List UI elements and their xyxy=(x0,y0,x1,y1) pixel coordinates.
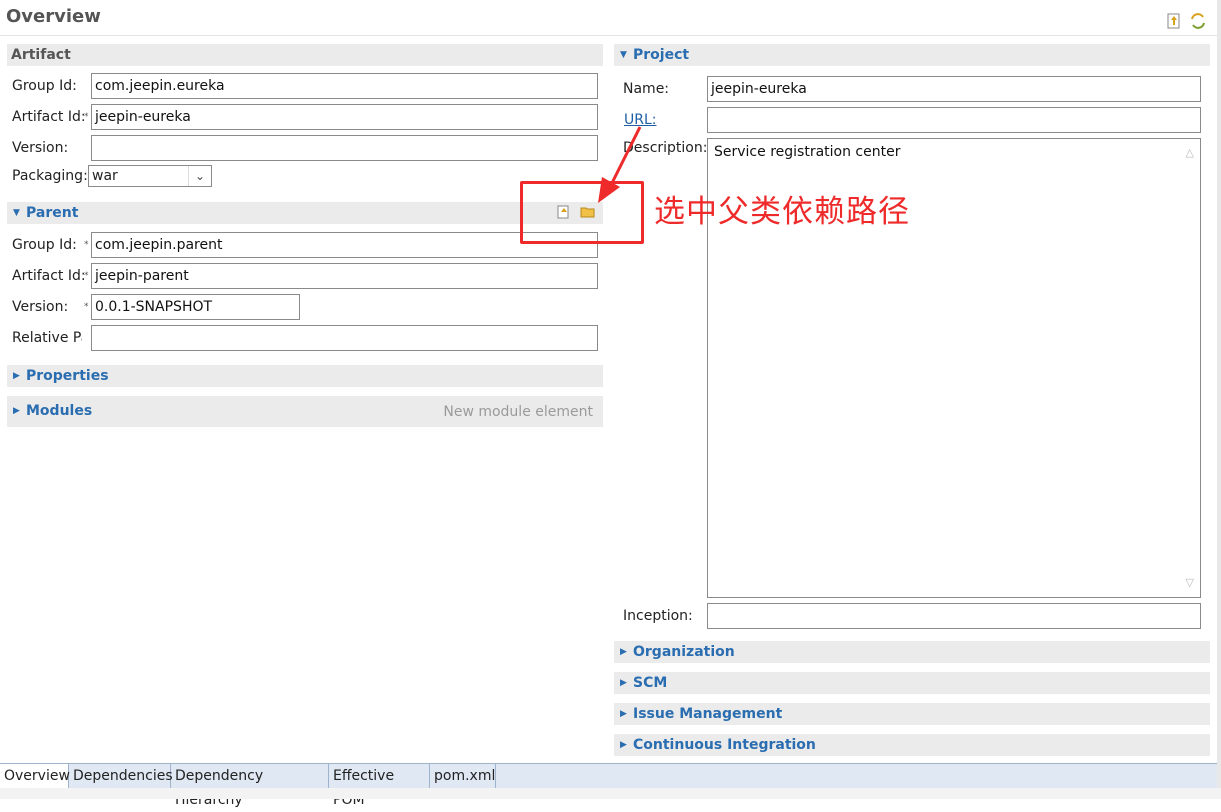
parent-version-label: Version: xyxy=(12,299,69,315)
artifact-group-id-label: Group Id: xyxy=(12,78,77,94)
parent-section-header[interactable]: ▼ Parent xyxy=(7,202,603,224)
collapsed-triangle-icon: ▶ xyxy=(13,371,20,381)
project-header-label: Project xyxy=(633,47,690,63)
organization-header-label: Organization xyxy=(633,644,735,660)
packaging-label: Packaging: xyxy=(12,168,88,184)
scm-section-header[interactable]: ▶ SCM xyxy=(614,672,1210,694)
tab-dependencies[interactable]: Dependencies xyxy=(69,764,173,788)
artifact-section-header: Artifact xyxy=(7,44,603,66)
issue-management-header-label: Issue Management xyxy=(633,706,783,722)
issue-management-section-header[interactable]: ▶ Issue Management xyxy=(614,703,1210,725)
collapsed-triangle-icon: ▶ xyxy=(620,678,627,688)
scroll-down-icon[interactable]: ▽ xyxy=(1186,573,1194,593)
required-marker: * xyxy=(84,240,89,250)
tab-pom-xml[interactable]: pom.xml xyxy=(430,764,496,788)
page-title: Overview xyxy=(6,6,101,27)
artifact-version-field[interactable] xyxy=(91,135,598,161)
artifact-id-field[interactable]: jeepin-eureka xyxy=(91,104,598,130)
status-strip xyxy=(0,788,1221,799)
sync-icon[interactable] xyxy=(1189,12,1207,32)
organization-section-header[interactable]: ▶ Organization xyxy=(614,641,1210,663)
project-section-header[interactable]: ▼ Project xyxy=(614,44,1210,66)
packaging-select[interactable]: war ⌄ xyxy=(88,165,212,187)
collapsed-triangle-icon: ▶ xyxy=(620,647,627,657)
required-marker: * xyxy=(84,271,89,281)
tab-effective-pom[interactable]: Effective POM xyxy=(329,764,430,808)
project-name-field[interactable]: jeepin-eureka xyxy=(707,76,1201,102)
relative-path-field[interactable] xyxy=(91,325,598,351)
inception-label: Inception: xyxy=(623,608,693,624)
tab-dependency-hierarchy[interactable]: Dependency Hierarchy xyxy=(171,764,329,808)
inception-field[interactable] xyxy=(707,603,1201,629)
description-text: Service registration center xyxy=(714,144,901,160)
editor-tab-bar: Overview Dependencies Dependency Hierarc… xyxy=(0,763,1217,808)
expanded-triangle-icon: ▼ xyxy=(620,50,627,60)
scm-header-label: SCM xyxy=(633,675,668,691)
collapsed-triangle-icon: ▶ xyxy=(620,709,627,719)
continuous-integration-section-header[interactable]: ▶ Continuous Integration xyxy=(614,734,1210,756)
parent-header-label: Parent xyxy=(26,205,79,221)
artifact-group-id-field[interactable]: com.jeepin.eureka xyxy=(91,73,598,99)
annotation-text: 选中父类依赖路径 xyxy=(654,194,910,230)
relative-path-label: Relative Pa xyxy=(12,330,82,346)
window-scrollbar[interactable] xyxy=(1217,0,1221,788)
parent-artifact-id-field[interactable]: jeepin-parent xyxy=(91,263,598,289)
artifact-version-label: Version: xyxy=(12,140,69,156)
project-url-field[interactable] xyxy=(707,107,1201,133)
required-marker: * xyxy=(84,302,89,312)
parent-pom-icon[interactable] xyxy=(1165,12,1183,32)
parent-version-field[interactable]: 0.0.1-SNAPSHOT xyxy=(91,294,300,320)
annotation-arrow xyxy=(598,126,642,203)
collapsed-triangle-icon: ▶ xyxy=(620,740,627,750)
modules-section-header[interactable]: ▶ Modules New module element xyxy=(7,396,603,427)
packaging-value: war xyxy=(92,168,118,184)
tab-overview[interactable]: Overview xyxy=(0,764,70,788)
properties-section-header[interactable]: ▶ Properties xyxy=(7,365,603,387)
properties-header-label: Properties xyxy=(26,368,109,384)
parent-artifact-id-label: Artifact Id: xyxy=(12,268,86,284)
title-divider xyxy=(0,35,1217,36)
artifact-id-label: Artifact Id: xyxy=(12,109,86,125)
collapsed-triangle-icon: ▶ xyxy=(13,406,20,416)
chevron-down-icon: ⌄ xyxy=(188,166,211,186)
parent-group-id-label: Group Id: xyxy=(12,237,77,253)
project-name-label: Name: xyxy=(623,81,670,97)
expanded-triangle-icon: ▼ xyxy=(13,208,20,218)
required-marker: * xyxy=(84,112,89,122)
new-module-link[interactable]: New module element xyxy=(443,404,593,420)
modules-header-label: Modules xyxy=(26,403,93,419)
artifact-header-label: Artifact xyxy=(11,47,71,63)
scroll-up-icon[interactable]: △ xyxy=(1186,143,1194,163)
continuous-integration-header-label: Continuous Integration xyxy=(633,737,816,753)
